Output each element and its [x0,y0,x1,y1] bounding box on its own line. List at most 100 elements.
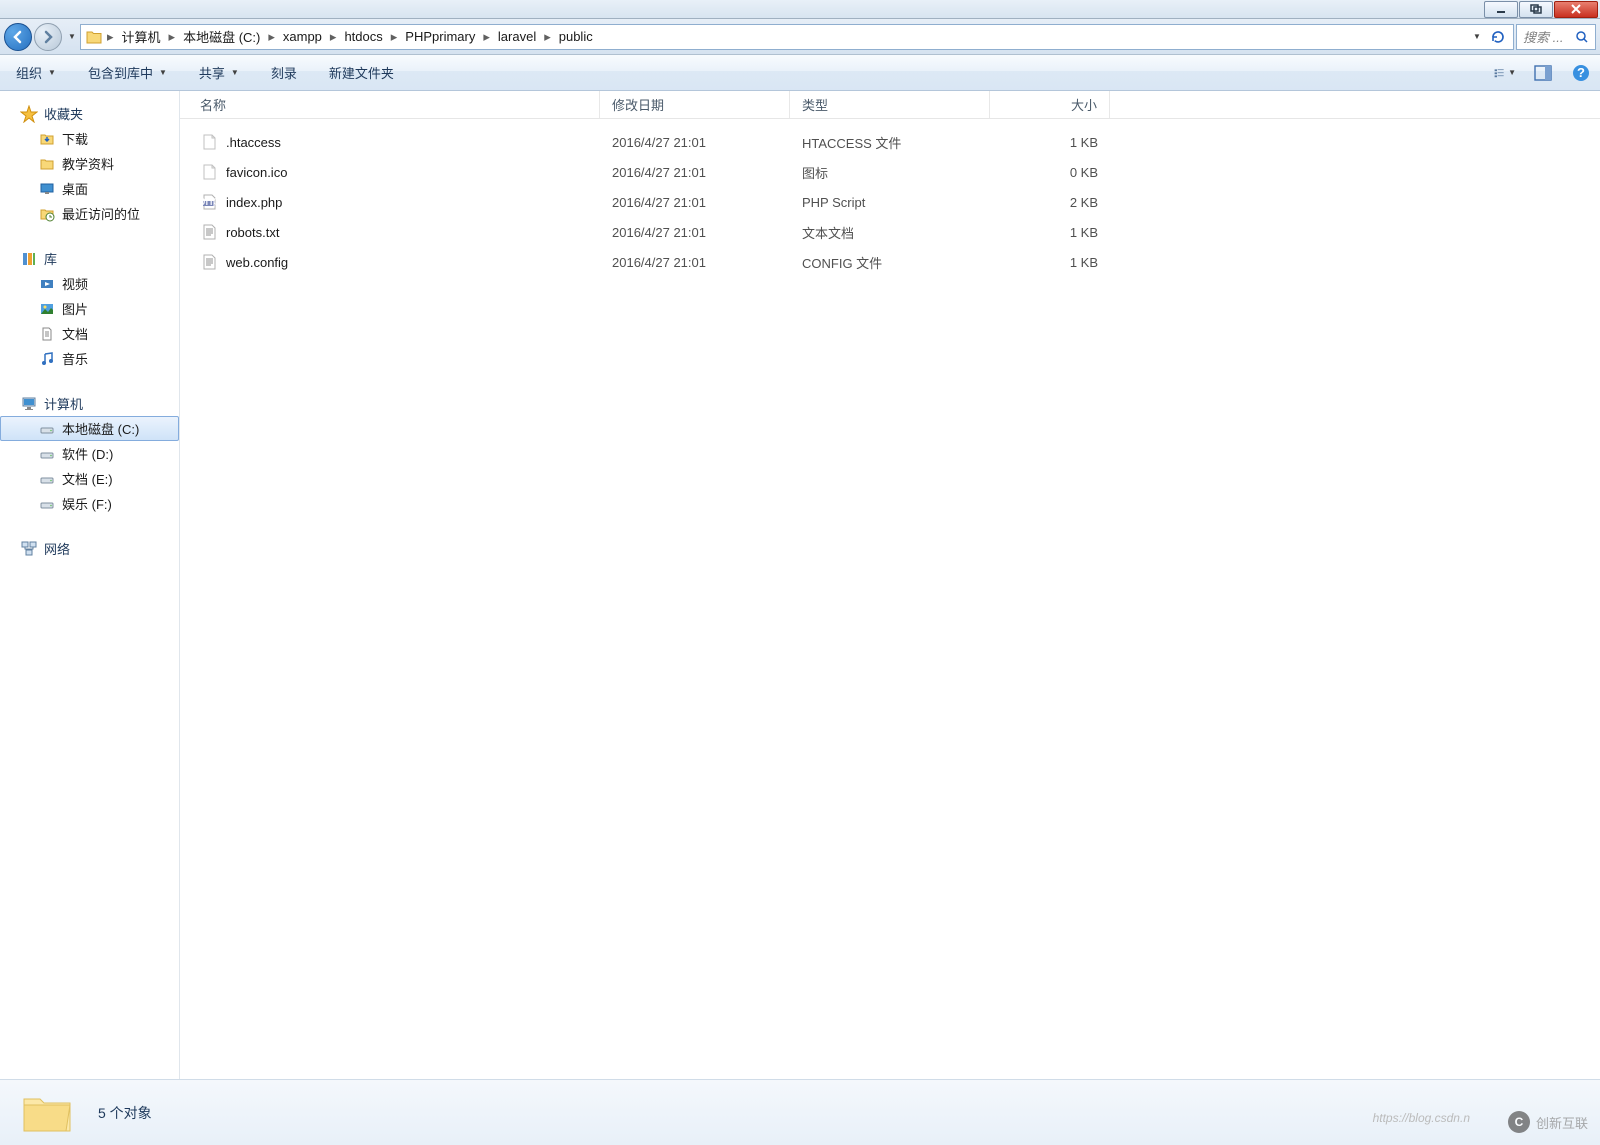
file-row[interactable]: web.config 2016/4/27 21:01CONFIG 文件1 KB [180,247,1600,277]
sidebar-item-downloads[interactable]: 下载 [0,126,179,151]
file-icon [200,163,218,181]
file-name: favicon.ico [226,165,287,180]
sidebar-item-recent[interactable]: 最近访问的位 [0,201,179,226]
view-options-button[interactable]: ▼ [1494,62,1516,84]
sidebar-item-pictures[interactable]: 图片 [0,296,179,321]
file-row[interactable]: robots.txt 2016/4/27 21:01文本文档1 KB [180,217,1600,247]
sidebar-item-teaching-materials[interactable]: 教学资料 [0,151,179,176]
file-icon: php [200,193,218,211]
column-header-size[interactable]: 大小 [990,91,1110,118]
watermark-badge-icon: C [1508,1111,1530,1133]
column-header-type[interactable]: 类型 [790,91,990,118]
libraries-header[interactable]: 库 [0,246,179,271]
chevron-right-icon[interactable]: ▸ [105,29,116,45]
breadcrumb-item[interactable]: xampp [279,29,326,44]
file-size: 0 KB [990,165,1110,180]
minimize-button[interactable] [1484,1,1518,18]
desktop-icon [38,180,56,198]
file-date: 2016/4/27 21:01 [600,225,790,240]
sidebar-item-desktop[interactable]: 桌面 [0,176,179,201]
sidebar-item-documents[interactable]: 文档 [0,321,179,346]
status-text: 5 个对象 [98,1103,152,1123]
search-placeholder: 搜索 ... [1523,27,1563,46]
nav-history-dropdown[interactable]: ▼ [64,23,78,51]
folder-icon [38,155,56,173]
preview-pane-button[interactable] [1532,62,1554,84]
file-icon [200,133,218,151]
close-button[interactable] [1554,1,1598,18]
music-icon [38,350,56,368]
address-dropdown[interactable]: ▼ [1465,26,1487,48]
forward-button[interactable] [34,23,62,51]
chevron-right-icon[interactable]: ▸ [266,29,277,45]
file-row[interactable]: .htaccess2016/4/27 21:01HTACCESS 文件1 KB [180,127,1600,157]
file-size: 1 KB [990,225,1110,240]
file-name: web.config [226,255,288,270]
drive-icon [38,495,56,513]
picture-icon [38,300,56,318]
help-button[interactable]: ? [1570,62,1592,84]
column-header-name[interactable]: 名称 [180,91,600,118]
refresh-button[interactable] [1487,26,1509,48]
file-type: PHP Script [790,195,990,210]
address-bar[interactable]: ▸ 计算机 ▸ 本地磁盘 (C:) ▸ xampp ▸ htdocs ▸ PHP… [80,24,1514,50]
organize-menu[interactable]: 组织▼ [8,59,64,86]
breadcrumb-item[interactable]: PHPprimary [401,29,479,44]
sidebar-item-videos[interactable]: 视频 [0,271,179,296]
network-icon [20,540,38,558]
column-header-date[interactable]: 修改日期 [600,91,790,118]
breadcrumb-item[interactable]: 本地磁盘 (C:) [179,27,264,46]
search-input[interactable]: 搜索 ... [1516,24,1596,50]
breadcrumb-item[interactable]: public [555,29,597,44]
svg-text:?: ? [1577,65,1585,80]
recent-icon [38,205,56,223]
file-type: CONFIG 文件 [790,253,990,272]
file-icon [200,253,218,271]
favorites-group: 收藏夹 下载 教学资料 桌面 最近访问的位 [0,101,179,226]
include-in-library-menu[interactable]: 包含到库中▼ [80,59,175,86]
network-header[interactable]: 网络 [0,536,179,561]
sidebar-item-music[interactable]: 音乐 [0,346,179,371]
computer-header[interactable]: 计算机 [0,391,179,416]
burn-button[interactable]: 刻录 [263,59,305,86]
library-icon [20,250,38,268]
file-row[interactable]: phpindex.php2016/4/27 21:01PHP Script2 K… [180,187,1600,217]
maximize-button[interactable] [1519,1,1553,18]
watermark-url: https://blog.csdn.n [1373,1111,1470,1125]
file-size: 1 KB [990,255,1110,270]
file-name: robots.txt [226,225,279,240]
breadcrumb-item[interactable]: laravel [494,29,540,44]
window-titlebar [0,0,1600,19]
sidebar-item-drive-f[interactable]: 娱乐 (F:) [0,491,179,516]
chevron-right-icon[interactable]: ▸ [389,29,400,45]
chevron-right-icon[interactable]: ▸ [167,29,178,45]
breadcrumb-item[interactable]: 计算机 [118,27,165,46]
file-type: 文本文档 [790,223,990,242]
back-button[interactable] [4,23,32,51]
file-type: 图标 [790,163,990,182]
sidebar-item-drive-c[interactable]: 本地磁盘 (C:) [0,416,179,441]
file-size: 1 KB [990,135,1110,150]
watermark: C 创新互联 [1508,1111,1588,1133]
file-date: 2016/4/27 21:01 [600,255,790,270]
favorites-header[interactable]: 收藏夹 [0,101,179,126]
toolbar: 组织▼ 包含到库中▼ 共享▼ 刻录 新建文件夹 ▼ ? [0,55,1600,91]
drive-icon [38,470,56,488]
drive-icon [38,420,56,438]
chevron-right-icon[interactable]: ▸ [542,29,553,45]
sidebar-item-drive-d[interactable]: 软件 (D:) [0,441,179,466]
folder-icon [85,28,103,46]
file-date: 2016/4/27 21:01 [600,165,790,180]
video-icon [38,275,56,293]
new-folder-button[interactable]: 新建文件夹 [321,59,402,86]
share-menu[interactable]: 共享▼ [191,59,247,86]
sidebar-item-drive-e[interactable]: 文档 (E:) [0,466,179,491]
breadcrumb-item[interactable]: htdocs [340,29,386,44]
document-icon [38,325,56,343]
file-row[interactable]: favicon.ico 2016/4/27 21:01图标0 KB [180,157,1600,187]
folder-large-icon [20,1089,74,1137]
chevron-right-icon[interactable]: ▸ [481,29,492,45]
computer-group: 计算机 本地磁盘 (C:) 软件 (D:) 文档 (E:) 娱乐 (F:) [0,391,179,516]
download-icon [38,130,56,148]
chevron-right-icon[interactable]: ▸ [328,29,339,45]
